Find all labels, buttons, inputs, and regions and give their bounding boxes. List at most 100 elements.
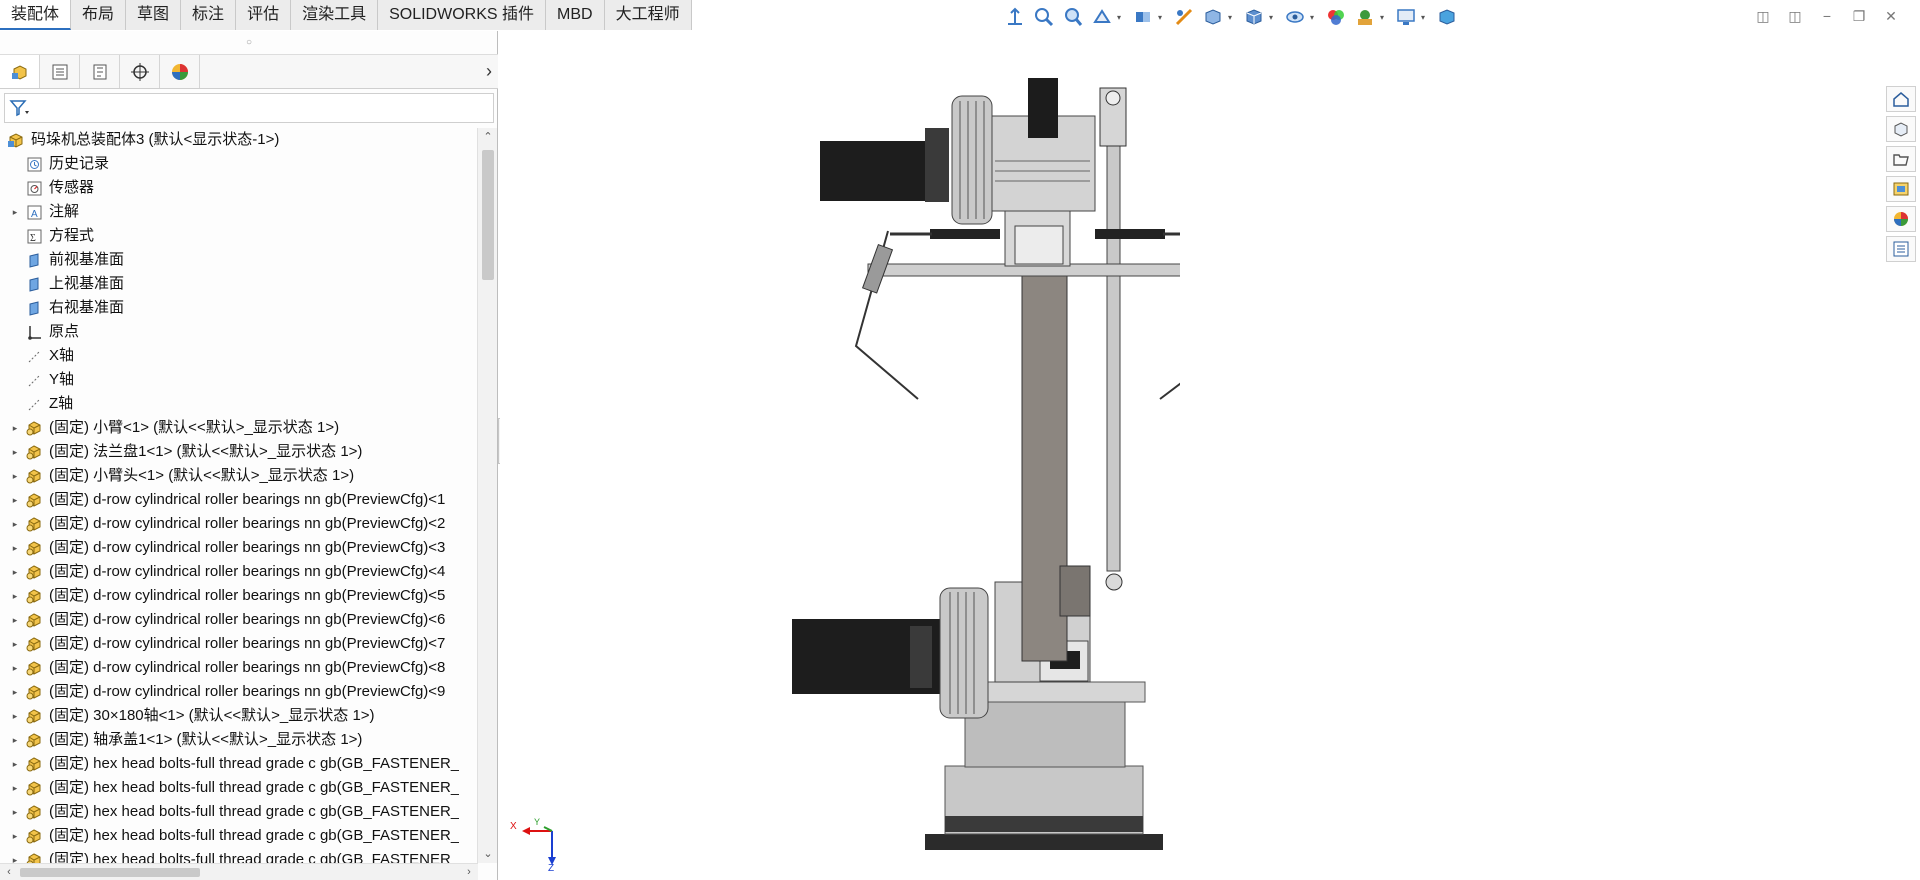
display-style-icon[interactable] (1243, 6, 1265, 28)
scroll-down-icon[interactable]: ⌄ (478, 845, 498, 863)
tab-8[interactable]: 大工程师 (604, 0, 692, 30)
expand-arrow-icon[interactable]: ▸ (6, 536, 24, 560)
expand-arrow-icon[interactable]: ▸ (6, 776, 24, 800)
tree-item[interactable]: 传感器 (0, 176, 478, 200)
hscroll-thumb[interactable] (20, 868, 200, 877)
expand-arrow-icon[interactable]: ▸ (6, 440, 24, 464)
tree-item[interactable]: ▸ (固定) d-row cylindrical roller bearings … (0, 536, 478, 560)
tree-item[interactable]: ▸ A 注解 (0, 200, 478, 224)
section-view-icon[interactable] (1132, 6, 1154, 28)
tree-item[interactable]: 前视基准面 (0, 248, 478, 272)
expand-arrow-icon[interactable]: ▸ (6, 680, 24, 704)
graphics-area[interactable]: X Y Z (500, 31, 1885, 880)
tree-item[interactable]: X轴 (0, 344, 478, 368)
tree-item[interactable]: ▸ (固定) 轴承盖1<1> (默认<<默认>_显示状态 1>) (0, 728, 478, 752)
featuremanager-tree-icon[interactable] (0, 55, 40, 88)
tab-2[interactable]: 草图 (126, 0, 182, 30)
propertymanager-icon[interactable] (40, 55, 80, 88)
displaymanager-icon[interactable] (160, 55, 200, 88)
expand-arrow-icon[interactable]: ▸ (6, 824, 24, 848)
tree-item[interactable]: ▸ (固定) 法兰盘1<1> (默认<<默认>_显示状态 1>) (0, 440, 478, 464)
appearances-icon[interactable] (1886, 206, 1916, 232)
tile-right-icon[interactable]: ◫ (1784, 6, 1806, 26)
view-normal-to-icon[interactable] (1004, 6, 1026, 28)
tree-item[interactable]: ▸ (固定) d-row cylindrical roller bearings … (0, 608, 478, 632)
tree-item[interactable]: ▸ (固定) 小臂头<1> (默认<<默认>_显示状态 1>) (0, 464, 478, 488)
tree-item[interactable]: 上视基准面 (0, 272, 478, 296)
expand-arrow-icon[interactable]: ▸ (6, 464, 24, 488)
tab-0[interactable]: 装配体 (0, 0, 72, 30)
design-library-icon[interactable] (1886, 116, 1916, 142)
tree-item[interactable]: ▸ (固定) d-row cylindrical roller bearings … (0, 632, 478, 656)
zoom-to-fit-icon[interactable] (1033, 6, 1055, 28)
tab-5[interactable]: 渲染工具 (291, 0, 379, 30)
tree-item[interactable]: ▸ (固定) d-row cylindrical roller bearings … (0, 488, 478, 512)
expand-arrow-icon[interactable]: ▸ (6, 488, 24, 512)
tree-item[interactable]: Σ 方程式 (0, 224, 478, 248)
tree-item[interactable]: ▸ (固定) hex head bolts-full thread grade c… (0, 848, 478, 863)
tab-7[interactable]: MBD (546, 0, 605, 30)
tree-item[interactable]: 右视基准面 (0, 296, 478, 320)
dimxpertmanager-icon[interactable] (120, 55, 160, 88)
expand-arrow-icon[interactable]: ▸ (6, 752, 24, 776)
dynamic-annotation-icon[interactable] (1173, 6, 1195, 28)
tree-item[interactable]: ▸ (固定) hex head bolts-full thread grade c… (0, 800, 478, 824)
chevron-down-icon[interactable]: ▾ (1156, 6, 1164, 28)
tree-item[interactable]: 原点 (0, 320, 478, 344)
tree-item[interactable]: ▸ (固定) 小臂<1> (默认<<默认>_显示状态 1>) (0, 416, 478, 440)
panel-grip[interactable]: ○ (0, 31, 498, 55)
tree-item[interactable]: 历史记录 (0, 152, 478, 176)
expand-arrow-icon[interactable]: ▸ (6, 632, 24, 656)
tree-vertical-scrollbar[interactable]: ⌃ ⌄ (477, 128, 497, 863)
custom-properties-icon[interactable] (1886, 236, 1916, 262)
expand-arrow-icon[interactable]: ▸ (6, 584, 24, 608)
tree-item[interactable]: ▸ (固定) d-row cylindrical roller bearings … (0, 656, 478, 680)
edit-appearance-icon[interactable] (1325, 6, 1347, 28)
tab-4[interactable]: 评估 (236, 0, 292, 30)
view-palette-icon[interactable] (1886, 176, 1916, 202)
scroll-up-icon[interactable]: ⌃ (478, 128, 498, 146)
tree-item[interactable]: Z轴 (0, 392, 478, 416)
configurationmanager-icon[interactable] (80, 55, 120, 88)
chevron-down-icon[interactable]: ▾ (1115, 6, 1123, 28)
scroll-thumb[interactable] (482, 150, 494, 280)
view-orientation-icon[interactable] (1202, 6, 1224, 28)
expand-arrow-icon[interactable]: ▸ (6, 728, 24, 752)
chevron-down-icon[interactable]: ▾ (1308, 6, 1316, 28)
tree-item[interactable]: ▸ (固定) d-row cylindrical roller bearings … (0, 560, 478, 584)
tile-left-icon[interactable]: ◫ (1752, 6, 1774, 26)
tab-1[interactable]: 布局 (71, 0, 127, 30)
zoom-to-area-icon[interactable] (1062, 6, 1084, 28)
previous-view-icon[interactable] (1091, 6, 1113, 28)
tree-root[interactable]: 码垛机总装配体3 (默认<显示状态-1>) (0, 128, 478, 152)
expand-arrow-icon[interactable]: ▸ (6, 608, 24, 632)
expand-arrow-icon[interactable]: ▸ (6, 704, 24, 728)
tree-item[interactable]: ▸ (固定) 30×180轴<1> (默认<<默认>_显示状态 1>) (0, 704, 478, 728)
tab-6[interactable]: SOLIDWORKS 插件 (378, 0, 547, 30)
restore-icon[interactable]: ❐ (1848, 6, 1870, 26)
expand-arrow-icon[interactable]: ▸ (6, 656, 24, 680)
solidworks-resources-icon[interactable] (1886, 86, 1916, 112)
chevron-down-icon[interactable]: ▾ (1267, 6, 1275, 28)
close-icon[interactable]: ✕ (1880, 6, 1902, 26)
expand-arrow-icon[interactable]: ▸ (6, 848, 24, 863)
minimize-icon[interactable]: − (1816, 6, 1838, 26)
scroll-right-icon[interactable]: › (460, 864, 478, 880)
file-explorer-icon[interactable] (1886, 146, 1916, 172)
tree-item[interactable]: ▸ (固定) hex head bolts-full thread grade c… (0, 776, 478, 800)
tree-item[interactable]: Y轴 (0, 368, 478, 392)
expand-arrow-icon[interactable]: ▸ (6, 200, 24, 224)
chevron-down-icon[interactable]: ▾ (1378, 6, 1386, 28)
chevron-down-icon[interactable]: ▾ (1419, 6, 1427, 28)
tree-item[interactable]: ▸ (固定) d-row cylindrical roller bearings … (0, 584, 478, 608)
tree-horizontal-scrollbar[interactable]: ‹ › (0, 863, 478, 880)
palletizing-robot-model[interactable] (760, 46, 1180, 876)
chevron-down-icon[interactable]: ▾ (1226, 6, 1234, 28)
view-settings-icon[interactable] (1395, 6, 1417, 28)
tree-item[interactable]: ▸ (固定) d-row cylindrical roller bearings … (0, 512, 478, 536)
tab-3[interactable]: 标注 (181, 0, 237, 30)
apply-scene-icon[interactable] (1354, 6, 1376, 28)
chevron-right-icon[interactable]: › (486, 61, 492, 82)
hide-show-icon[interactable] (1284, 6, 1306, 28)
realview-icon[interactable] (1436, 6, 1458, 28)
